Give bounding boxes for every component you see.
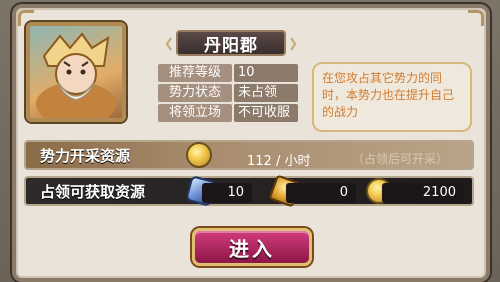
reward-value-gem: 10 — [202, 183, 252, 203]
stat-value: 10 — [234, 64, 298, 82]
rewards-title: 占领可获取资源 — [40, 183, 146, 201]
panel-corner-decoration — [468, 10, 484, 26]
game-screen: ❮ 丹阳郡 ❯ 推荐等级 10 势力状态 未占领 将领立场 不可收服 在您攻占其… — [0, 0, 500, 282]
territory-description: 在您攻占其它势力的同时，本势力也在提升自己的战力 — [312, 62, 472, 132]
income-title: 势力开采资源 — [40, 147, 131, 165]
general-portrait-image — [36, 32, 116, 118]
stat-label: 将领立场 — [158, 104, 232, 122]
enter-button-label: 进入 — [229, 236, 275, 261]
stat-row-status: 势力状态 未占领 — [158, 84, 298, 102]
territory-name-plate: ❮ 丹阳郡 ❯ — [164, 30, 298, 56]
gold-coin-icon — [186, 142, 212, 168]
stat-row-level: 推荐等级 10 — [158, 64, 298, 82]
territory-name: 丹阳郡 — [204, 35, 258, 56]
ornament-right-icon: ❯ — [287, 36, 299, 50]
income-note: （占领后可开采） — [352, 152, 449, 166]
income-bar: 势力开采资源 112 / 小时 （占领后可开采） — [24, 140, 474, 170]
stat-row-stance: 将领立场 不可收服 — [158, 104, 298, 122]
reward-value-token: 0 — [286, 183, 356, 203]
reward-value-gold: 2100 — [382, 183, 464, 203]
stat-label: 势力状态 — [158, 84, 232, 102]
general-portrait — [26, 22, 126, 122]
ornament-left-icon: ❮ — [163, 36, 175, 50]
stat-label: 推荐等级 — [158, 64, 232, 82]
enter-button[interactable]: 进入 — [192, 228, 312, 266]
stat-value: 不可收服 — [234, 104, 298, 122]
stat-value: 未占领 — [234, 84, 298, 102]
rewards-bar: 占领可获取资源 10 0 2100 — [24, 174, 474, 208]
income-amount: 112 / 小时 — [247, 154, 311, 169]
